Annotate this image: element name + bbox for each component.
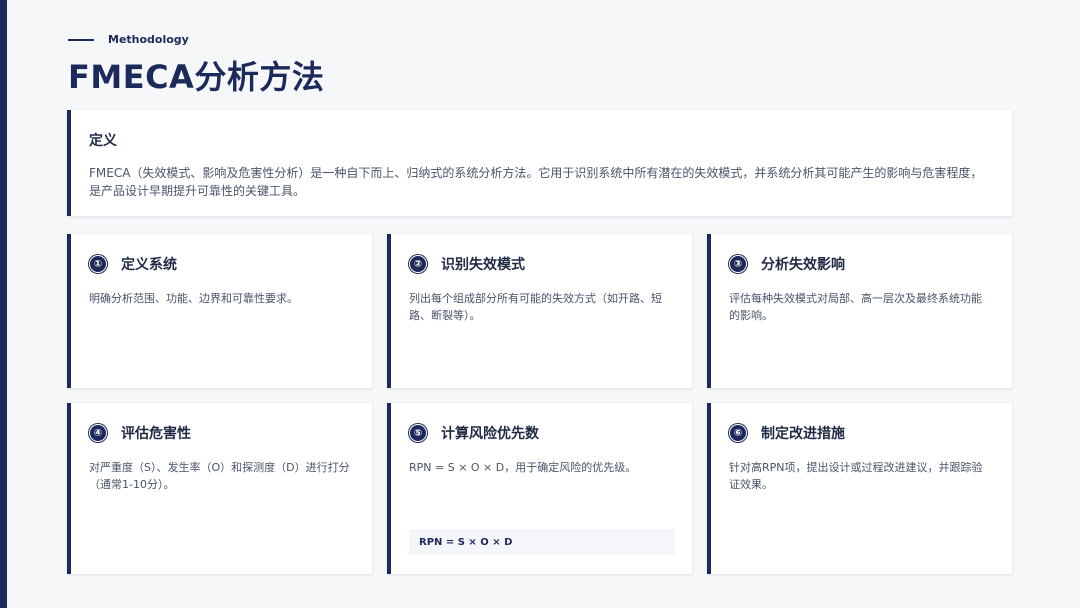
- step-title: 定义系统: [121, 257, 177, 273]
- step-title: 制定改进措施: [761, 426, 845, 442]
- step-card-1: ① 定义系统 明确分析范围、功能、边界和可靠性要求。: [67, 234, 372, 388]
- step-number-badge: ①: [89, 255, 107, 273]
- step-header: ① 定义系统: [89, 254, 354, 274]
- step-number-badge: ③: [729, 255, 747, 273]
- step-card-5: ⑤ 计算风险优先数 RPN = S × O × D，用于确定风险的优先级。 RP…: [387, 403, 692, 574]
- step-card-6: ⑥ 制定改进措施 针对高RPN项，提出设计或过程改进建议，并跟踪验证效果。: [707, 403, 1012, 574]
- step-description: 对严重度（S）、发生率（O）和探测度（D）进行打分（通常1-10分）。: [89, 461, 350, 491]
- page-title: FMECA分析方法: [68, 58, 325, 96]
- step-description: 明确分析范围、功能、边界和可靠性要求。: [89, 292, 298, 305]
- definition-body: FMECA（失效模式、影响及危害性分析）是一种自下而上、归纳式的系统分析方法。它…: [89, 166, 983, 198]
- definition-card: 定义 FMECA（失效模式、影响及危害性分析）是一种自下而上、归纳式的系统分析方…: [67, 110, 1012, 216]
- section-kicker: Methodology: [68, 33, 189, 46]
- step-card-2: ② 识别失效模式 列出每个组成部分所有可能的失效方式（如开路、短路、断裂等）。: [387, 234, 692, 388]
- definition-title: 定义: [89, 133, 117, 149]
- left-accent-bar: [0, 0, 7, 608]
- step-header: ④ 评估危害性: [89, 423, 354, 443]
- step-header: ⑥ 制定改进措施: [729, 423, 994, 443]
- step-number-badge: ⑥: [729, 424, 747, 442]
- step-number-badge: ②: [409, 255, 427, 273]
- step-description: 列出每个组成部分所有可能的失效方式（如开路、短路、断裂等）。: [409, 292, 662, 322]
- step-header: ③ 分析失效影响: [729, 254, 994, 274]
- step-description: 评估每种失效模式对局部、高一层次及最终系统功能的影响。: [729, 292, 982, 322]
- step-description: RPN = S × O × D，用于确定风险的优先级。: [409, 461, 637, 474]
- step-number-badge: ④: [89, 424, 107, 442]
- step-title: 计算风险优先数: [441, 426, 539, 442]
- step-card-4: ④ 评估危害性 对严重度（S）、发生率（O）和探测度（D）进行打分（通常1-10…: [67, 403, 372, 574]
- kicker-text: Methodology: [108, 33, 189, 46]
- step-card-3: ③ 分析失效影响 评估每种失效模式对局部、高一层次及最终系统功能的影响。: [707, 234, 1012, 388]
- step-title: 评估危害性: [121, 426, 191, 442]
- step-header: ⑤ 计算风险优先数: [409, 423, 674, 443]
- rpn-formula-box: RPN = S × O × D: [409, 529, 675, 555]
- step-title: 识别失效模式: [441, 257, 525, 273]
- step-description: 针对高RPN项，提出设计或过程改进建议，并跟踪验证效果。: [729, 461, 983, 491]
- kicker-line: [68, 38, 94, 41]
- step-title: 分析失效影响: [761, 257, 845, 273]
- step-header: ② 识别失效模式: [409, 254, 674, 274]
- step-number-badge: ⑤: [409, 424, 427, 442]
